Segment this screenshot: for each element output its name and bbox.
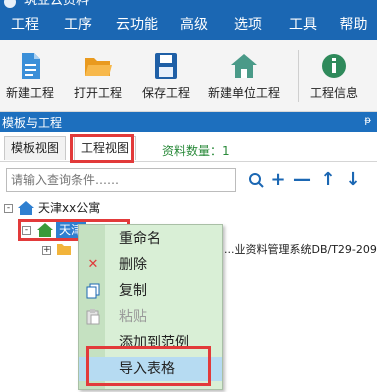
tree-grandchild-path[interactable]: ...业资料管理系统DB/T29-209-2: [224, 240, 377, 260]
save-project-button[interactable]: 保存工程: [138, 46, 194, 106]
highlight-import-table: [86, 346, 211, 386]
save-project-label: 保存工程: [141, 86, 190, 100]
project-info-button[interactable]: 工程信息: [306, 46, 362, 106]
menu-item-paste[interactable]: 粘贴: [79, 305, 222, 329]
root-house-icon: [18, 201, 34, 215]
search-row: + — ↑ ↓: [0, 163, 377, 197]
add-icon[interactable]: +: [268, 169, 288, 191]
tree-root-label[interactable]: 天津xx公寓: [38, 198, 100, 218]
search-icon[interactable]: [246, 169, 266, 191]
info-icon: [322, 54, 346, 78]
tab-template-view[interactable]: 模板视图: [4, 136, 67, 160]
open-folder-icon: [85, 58, 112, 76]
search-input[interactable]: [6, 168, 236, 192]
app-title: 筑业云资料: [24, 0, 90, 8]
menu-help[interactable]: 帮助: [330, 10, 377, 40]
menu-bar: 工程 工序 云功能 高级 选项 工具 帮助: [0, 10, 377, 40]
new-unit-project-button[interactable]: 新建单位工程: [204, 46, 284, 106]
project-info-label: 工程信息: [309, 86, 358, 100]
menu-project[interactable]: 工程: [0, 10, 50, 40]
folder-icon: [57, 244, 71, 255]
menu-item-delete[interactable]: ✕ 删除: [79, 253, 222, 277]
house-icon: [231, 54, 257, 78]
pin-icon[interactable]: ᵽ: [364, 115, 371, 126]
menu-advanced[interactable]: 高级: [168, 10, 220, 40]
new-project-label: 新建工程: [5, 86, 54, 100]
menu-item-copy-label: 复制: [119, 283, 147, 299]
menu-item-delete-label: 删除: [119, 257, 147, 273]
expander-grandchild[interactable]: +: [42, 246, 51, 255]
delete-x-icon: ✕: [87, 257, 99, 272]
copy-icon: [85, 283, 101, 299]
toolbar: 新建工程 打开工程 保存工程 新建单位工程 工程信息: [0, 40, 377, 112]
view-tabs: 模板视图 工程视图 资料数量：1: [0, 132, 377, 162]
menu-process[interactable]: 工序: [50, 10, 106, 40]
open-project-button[interactable]: 打开工程: [70, 46, 126, 106]
move-up-icon[interactable]: ↑: [318, 169, 338, 191]
remove-icon[interactable]: —: [292, 169, 312, 191]
panel-header: 模板与工程 ᵽ: [0, 112, 377, 132]
save-disk-icon: [155, 53, 177, 79]
menu-cloud[interactable]: 云功能: [106, 10, 168, 40]
menu-item-rename-label: 重命名: [119, 231, 161, 247]
app-logo-icon: [4, 0, 16, 8]
new-unit-project-label: 新建单位工程: [207, 86, 280, 100]
paste-icon: [85, 309, 101, 325]
panel-title: 模板与工程: [2, 116, 63, 130]
toolbar-separator: [298, 50, 299, 102]
open-project-label: 打开工程: [73, 86, 122, 100]
highlight-project-view-tab: [70, 134, 134, 163]
new-document-icon: [22, 53, 40, 79]
expander-root[interactable]: -: [4, 204, 13, 213]
menu-item-paste-label: 粘贴: [119, 309, 147, 325]
menu-item-rename[interactable]: 重命名: [79, 227, 222, 251]
title-bar: 筑业云资料: [0, 0, 377, 10]
document-count: 资料数量：1: [162, 144, 230, 158]
move-down-icon[interactable]: ↓: [343, 169, 363, 191]
menu-tools[interactable]: 工具: [276, 10, 330, 40]
menu-item-copy[interactable]: 复制: [79, 279, 222, 303]
new-project-button[interactable]: 新建工程: [2, 46, 58, 106]
menu-options[interactable]: 选项: [220, 10, 276, 40]
